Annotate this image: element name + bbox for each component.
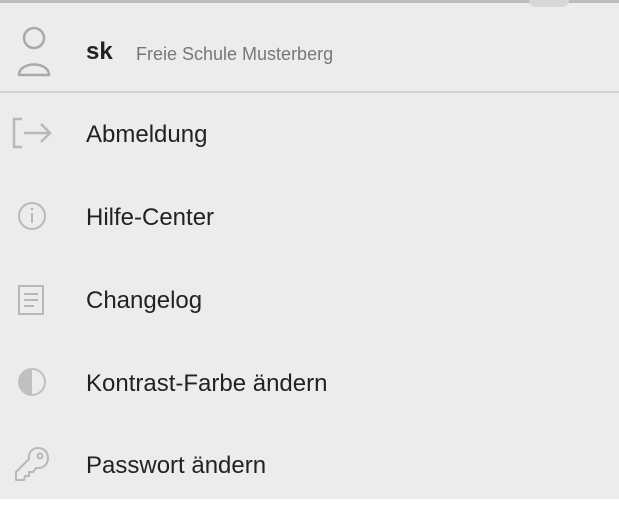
contrast-icon: [18, 368, 46, 396]
menu-item-label: Kontrast-Farbe ändern: [86, 370, 328, 397]
menu-item-changelog[interactable]: Changelog: [0, 259, 619, 341]
menu-item-label: Hilfe-Center: [86, 204, 215, 231]
menu-item-label: Abmeldung: [86, 121, 208, 148]
document-icon: [18, 285, 44, 315]
menu-item-label: Passwort ändern: [86, 452, 267, 479]
menu-item-change-password[interactable]: Passwort ändern: [0, 424, 619, 506]
menu-item-label: Changelog: [86, 287, 203, 314]
user-info: sk Freie Schule Musterberg: [0, 6, 619, 93]
logout-icon: [12, 117, 52, 149]
key-icon: [15, 447, 49, 481]
user-school: Freie Schule Musterberg: [136, 44, 334, 64]
user-menu: sk Freie Schule Musterberg Abmeldung Hil…: [0, 0, 619, 499]
info-icon: [18, 202, 46, 230]
menu-item-help-center[interactable]: Hilfe-Center: [0, 176, 619, 258]
menu-item-logout[interactable]: Abmeldung: [0, 93, 619, 175]
user-icon: [17, 26, 51, 77]
menu-item-contrast[interactable]: Kontrast-Farbe ändern: [0, 342, 619, 424]
user-name: sk: [86, 38, 113, 65]
